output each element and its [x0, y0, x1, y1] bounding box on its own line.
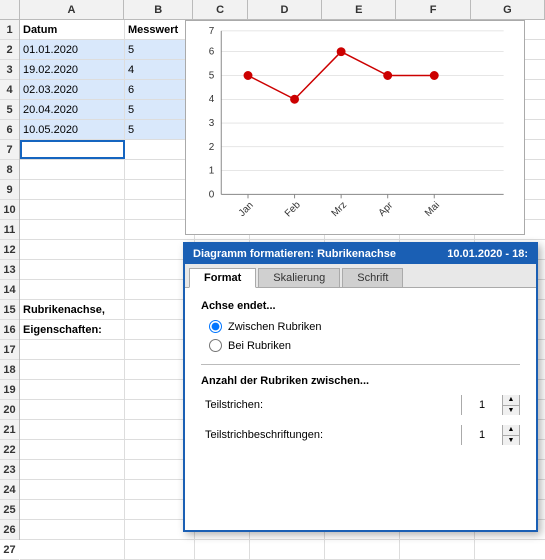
dialog-title: Diagramm formatieren: Rubrikenachse	[193, 248, 396, 260]
spinner-beschriftungen-up[interactable]: ▲	[503, 425, 519, 436]
radio-zwischen-rubriken[interactable]: Zwischen Rubriken	[209, 320, 520, 333]
svg-text:7: 7	[209, 26, 215, 37]
spinner-beschriftungen-input[interactable]	[462, 425, 502, 445]
tab-format[interactable]: Format	[189, 268, 256, 288]
col-header-f: F	[396, 0, 470, 19]
row-header-1: 1	[0, 20, 19, 40]
row-header-18: 18	[0, 360, 19, 380]
line-chart: 0 1 2 3 4 5 6 7 Jan Feb Mrz Apr Mai	[186, 21, 524, 234]
svg-text:3: 3	[209, 118, 215, 129]
spreadsheet: A B C D E F G 1 2 3 4 5 6 7 8 9 10 11 12…	[0, 0, 545, 540]
row-header-3: 3	[0, 60, 19, 80]
spinner-teilstrichen-input[interactable]	[462, 395, 502, 415]
spinner-beschriftungen-row: Teilstrichbeschriftungen: ▲ ▼	[201, 425, 520, 445]
spinner-teilstrichen-down[interactable]: ▼	[503, 406, 519, 416]
svg-text:1: 1	[209, 166, 215, 177]
row-header-25: 25	[0, 500, 19, 520]
spinner-teilstrichen-control[interactable]: ▲ ▼	[461, 395, 520, 415]
cell-a1[interactable]: Datum	[20, 20, 125, 39]
col-header-d: D	[248, 0, 322, 19]
row-header-19: 19	[0, 380, 19, 400]
row-header-27: 27	[0, 540, 19, 560]
row-header-10: 10	[0, 200, 19, 220]
spinner-beschriftungen-buttons: ▲ ▼	[502, 425, 519, 445]
section-achse-endet: Achse endet...	[201, 300, 520, 312]
svg-text:2: 2	[209, 142, 215, 153]
cell-a5[interactable]: 20.04.2020	[20, 100, 125, 119]
row-header-20: 20	[0, 400, 19, 420]
radio-zwischen-label: Zwischen Rubriken	[228, 321, 322, 333]
dialog-content: Achse endet... Zwischen Rubriken Bei Rub…	[185, 288, 536, 467]
cell-a13[interactable]	[20, 260, 125, 279]
row-header-22: 22	[0, 440, 19, 460]
row-header-8: 8	[0, 160, 19, 180]
radio-bei-rubriken[interactable]: Bei Rubriken	[209, 339, 520, 352]
svg-text:5: 5	[209, 70, 215, 81]
row-header-21: 21	[0, 420, 19, 440]
table-row	[20, 540, 545, 560]
dialog-titlebar: Diagramm formatieren: Rubrikenachse 10.0…	[185, 244, 536, 264]
row-headers: 1 2 3 4 5 6 7 8 9 10 11 12 13 14 15 16 1…	[0, 20, 20, 540]
spinner-teilstrichen-row: Teilstrichen: ▲ ▼	[201, 395, 520, 415]
row-header-12: 12	[0, 240, 19, 260]
spinner-beschriftungen-label: Teilstrichbeschriftungen:	[201, 429, 461, 441]
row-header-6: 6	[0, 120, 19, 140]
divider	[201, 364, 520, 365]
svg-text:6: 6	[209, 47, 215, 58]
col-header-b: B	[124, 0, 193, 19]
row-header-14: 14	[0, 280, 19, 300]
svg-text:0: 0	[209, 189, 215, 200]
spinner-teilstrichen-label: Teilstrichen:	[201, 399, 461, 411]
cell-a16[interactable]: Eigenschaften:	[20, 320, 125, 339]
row-header-7: 7	[0, 140, 19, 160]
tab-schrift[interactable]: Schrift	[342, 268, 403, 287]
row-header-2: 2	[0, 40, 19, 60]
spinner-beschriftungen-down[interactable]: ▼	[503, 436, 519, 446]
cell-a10[interactable]	[20, 200, 125, 219]
column-headers: A B C D E F G	[0, 0, 545, 20]
row-header-4: 4	[0, 80, 19, 100]
col-header-c: C	[193, 0, 247, 19]
svg-text:4: 4	[209, 94, 215, 105]
row-header-15: 15	[0, 300, 19, 320]
cell-a3[interactable]: 19.02.2020	[20, 60, 125, 79]
row-header-9: 9	[0, 180, 19, 200]
row-header-23: 23	[0, 460, 19, 480]
spinner-teilstrichen-up[interactable]: ▲	[503, 395, 519, 406]
cell-a6[interactable]: 10.05.2020	[20, 120, 125, 139]
row-header-24: 24	[0, 480, 19, 500]
dialog-title-date: 10.01.2020 - 18:	[447, 248, 528, 260]
row-header-11: 11	[0, 220, 19, 240]
cell-a9[interactable]	[20, 180, 125, 199]
radio-bei-label: Bei Rubriken	[228, 340, 291, 352]
radio-bei-input[interactable]	[209, 339, 222, 352]
cell-a11[interactable]	[20, 220, 125, 239]
cell-a14[interactable]	[20, 280, 125, 299]
cell-a12[interactable]	[20, 240, 125, 259]
row-header-16: 16	[0, 320, 19, 340]
radio-group-achse: Zwischen Rubriken Bei Rubriken	[209, 320, 520, 352]
col-header-a: A	[20, 0, 124, 19]
spinner-beschriftungen-control[interactable]: ▲ ▼	[461, 425, 520, 445]
row-header-26: 26	[0, 520, 19, 540]
row-header-5: 5	[0, 100, 19, 120]
corner-cell	[0, 0, 20, 19]
cell-a4[interactable]: 02.03.2020	[20, 80, 125, 99]
radio-zwischen-input[interactable]	[209, 320, 222, 333]
cell-a15[interactable]: Rubrikenachse,	[20, 300, 125, 319]
dialog-format-axis: Diagramm formatieren: Rubrikenachse 10.0…	[183, 242, 538, 532]
cell-a2[interactable]: 01.01.2020	[20, 40, 125, 59]
col-header-g: G	[471, 0, 545, 19]
tab-skalierung[interactable]: Skalierung	[258, 268, 340, 287]
col-header-e: E	[322, 0, 396, 19]
row-header-13: 13	[0, 260, 19, 280]
cell-a8[interactable]	[20, 160, 125, 179]
row-header-17: 17	[0, 340, 19, 360]
cell-a7[interactable]	[20, 140, 125, 159]
chart-container: 0 1 2 3 4 5 6 7 Jan Feb Mrz Apr Mai	[185, 20, 525, 235]
spinner-teilstrichen-buttons: ▲ ▼	[502, 395, 519, 415]
dialog-tabs: Format Skalierung Schrift	[185, 264, 536, 288]
section-anzahl: Anzahl der Rubriken zwischen...	[201, 375, 520, 387]
